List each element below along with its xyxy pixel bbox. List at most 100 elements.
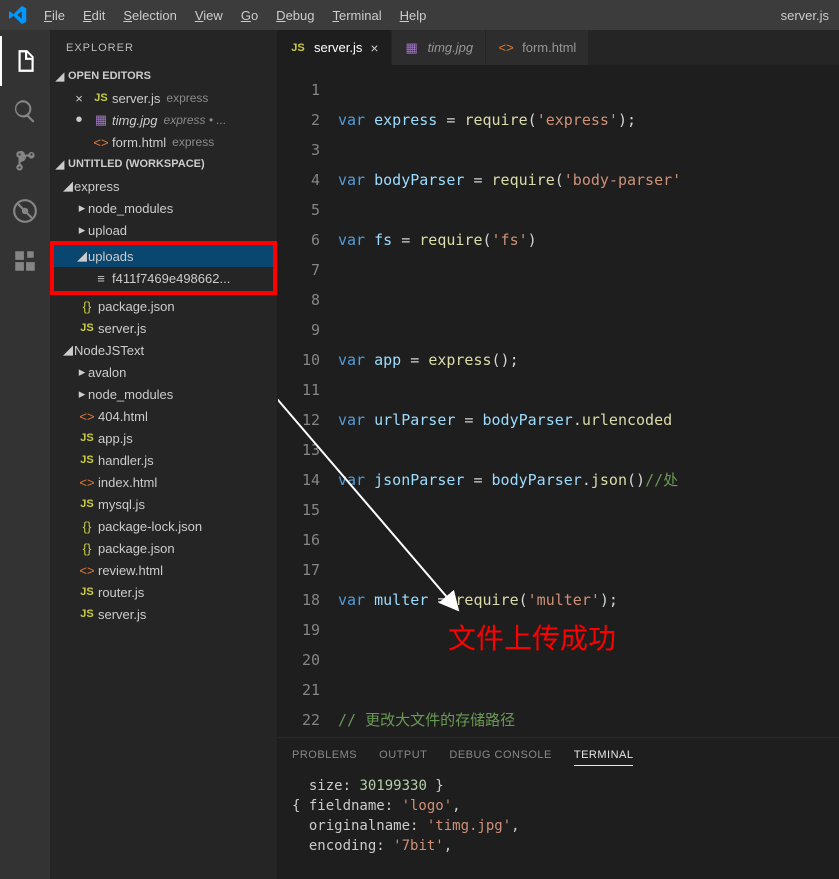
- panel-tab-output[interactable]: OUTPUT: [379, 745, 427, 765]
- workspace-header[interactable]: ◢ UNTITLED (WORKSPACE): [50, 153, 277, 175]
- line-number-gutter: 12345678910111213141516171819202122: [278, 65, 338, 737]
- code-content[interactable]: var express = require('express'); var bo…: [338, 65, 839, 737]
- file-package-json[interactable]: {} package.json: [50, 295, 277, 317]
- file-pkg2[interactable]: {}package.json: [50, 537, 277, 559]
- file-pkglock[interactable]: {}package-lock.json: [50, 515, 277, 537]
- chevron-down-icon: ◢: [76, 248, 88, 264]
- menu-terminal[interactable]: Terminal: [324, 4, 389, 27]
- editor-area: JS server.js × ▦ timg.jpg <> form.html 1…: [278, 30, 839, 879]
- folder-label: node_modules: [88, 201, 173, 216]
- folder-avalon[interactable]: ▸ avalon: [50, 361, 277, 383]
- vscode-logo-icon: [6, 6, 30, 24]
- open-editor-item[interactable]: <> form.html express: [50, 131, 277, 153]
- code-editor[interactable]: 12345678910111213141516171819202122 var …: [278, 65, 839, 737]
- window-title: server.js: [781, 8, 833, 23]
- folder-label: avalon: [88, 365, 126, 380]
- generic-file-icon: ≡: [90, 271, 112, 286]
- search-tab-icon[interactable]: [0, 86, 50, 136]
- file-handlerjs[interactable]: JShandler.js: [50, 449, 277, 471]
- source-control-tab-icon[interactable]: [0, 136, 50, 186]
- explorer-sidebar: EXPLORER ◢ OPEN EDITORS × JS server.js e…: [50, 30, 278, 879]
- folder-node-modules-2[interactable]: ▸ node_modules: [50, 383, 277, 405]
- file-label: package-lock.json: [98, 519, 202, 534]
- js-file-icon: JS: [76, 432, 98, 444]
- menu-file[interactable]: File: [36, 4, 73, 27]
- file-label: review.html: [98, 563, 163, 578]
- extensions-tab-icon[interactable]: [0, 236, 50, 286]
- open-editors-list: × JS server.js express • ▦ timg.jpg expr…: [50, 87, 277, 153]
- image-file-icon: ▦: [404, 40, 420, 56]
- folder-express[interactable]: ◢ express: [50, 175, 277, 197]
- file-label: 404.html: [98, 409, 148, 424]
- folder-uploads[interactable]: ◢ uploads: [54, 245, 273, 267]
- file-indexhtml[interactable]: <>index.html: [50, 471, 277, 493]
- chevron-down-icon: ◢: [54, 158, 66, 171]
- html-file-icon: <>: [76, 563, 98, 578]
- bottom-panel: PROBLEMS OUTPUT DEBUG CONSOLE TERMINAL s…: [278, 737, 839, 879]
- menu-view[interactable]: View: [187, 4, 231, 27]
- js-file-icon: JS: [76, 322, 98, 334]
- dirty-dot-icon: •: [68, 110, 90, 130]
- file-404[interactable]: <>404.html: [50, 405, 277, 427]
- open-editors-label: OPEN EDITORS: [68, 70, 151, 82]
- file-uploaded[interactable]: ≡ f411f7469e498662...: [54, 267, 273, 289]
- debug-tab-icon[interactable]: [0, 186, 50, 236]
- panel-tab-debug-console[interactable]: DEBUG CONSOLE: [449, 745, 551, 765]
- file-label: f411f7469e498662...: [112, 271, 230, 286]
- folder-label: node_modules: [88, 387, 173, 402]
- close-icon[interactable]: ×: [370, 40, 378, 56]
- tab-label: timg.jpg: [428, 40, 474, 55]
- folder-label: NodeJSText: [74, 343, 144, 358]
- tab-label: form.html: [522, 40, 576, 55]
- menu-debug[interactable]: Debug: [268, 4, 322, 27]
- activity-bar: [0, 30, 50, 879]
- folder-label: uploads: [88, 249, 134, 264]
- file-label: form.html: [112, 135, 166, 150]
- sidebar-title: EXPLORER: [50, 30, 277, 65]
- file-serverjs2[interactable]: JSserver.js: [50, 603, 277, 625]
- folder-node-modules[interactable]: ▸ node_modules: [50, 197, 277, 219]
- file-label: router.js: [98, 585, 144, 600]
- panel-tabs: PROBLEMS OUTPUT DEBUG CONSOLE TERMINAL: [278, 738, 839, 772]
- file-server-js[interactable]: JS server.js: [50, 317, 277, 339]
- file-tree: ◢ express ▸ node_modules ▸ upload ◢ uplo…: [50, 175, 277, 625]
- close-icon[interactable]: ×: [68, 91, 90, 106]
- file-routerjs[interactable]: JSrouter.js: [50, 581, 277, 603]
- folder-nodejstext[interactable]: ◢ NodeJSText: [50, 339, 277, 361]
- tab-timg-jpg[interactable]: ▦ timg.jpg: [392, 30, 487, 65]
- menu-selection[interactable]: Selection: [115, 4, 184, 27]
- file-label: package.json: [98, 541, 175, 556]
- folder-label: express: [74, 179, 120, 194]
- file-review[interactable]: <>review.html: [50, 559, 277, 581]
- js-file-icon: JS: [76, 608, 98, 620]
- menu-bar: File Edit Selection View Go Debug Termin…: [36, 4, 434, 27]
- open-editors-header[interactable]: ◢ OPEN EDITORS: [50, 65, 277, 87]
- chevron-down-icon: ◢: [62, 342, 74, 358]
- chevron-right-icon: ▸: [76, 364, 88, 380]
- file-path-dim: express: [172, 135, 214, 149]
- folder-upload[interactable]: ▸ upload: [50, 219, 277, 241]
- tab-label: server.js: [314, 40, 362, 55]
- html-file-icon: <>: [498, 40, 514, 55]
- panel-tab-terminal[interactable]: TERMINAL: [574, 745, 634, 766]
- tab-server-js[interactable]: JS server.js ×: [278, 30, 392, 65]
- terminal-output[interactable]: size: 30199330 } { fieldname: 'logo', or…: [278, 772, 839, 879]
- menu-help[interactable]: Help: [392, 4, 435, 27]
- chevron-down-icon: ◢: [62, 178, 74, 194]
- file-appjs[interactable]: JSapp.js: [50, 427, 277, 449]
- explorer-tab-icon[interactable]: [0, 36, 50, 86]
- tab-form-html[interactable]: <> form.html: [486, 30, 589, 65]
- file-label: package.json: [98, 299, 175, 314]
- menu-edit[interactable]: Edit: [75, 4, 113, 27]
- panel-tab-problems[interactable]: PROBLEMS: [292, 745, 357, 765]
- image-file-icon: ▦: [90, 112, 112, 128]
- file-label: server.js: [98, 607, 146, 622]
- file-mysqljs[interactable]: JSmysql.js: [50, 493, 277, 515]
- chevron-right-icon: ▸: [76, 200, 88, 216]
- menu-go[interactable]: Go: [233, 4, 266, 27]
- editor-tabs: JS server.js × ▦ timg.jpg <> form.html: [278, 30, 839, 65]
- open-editor-item[interactable]: • ▦ timg.jpg express • ...: [50, 109, 277, 131]
- open-editor-item[interactable]: × JS server.js express: [50, 87, 277, 109]
- json-file-icon: {}: [76, 519, 98, 534]
- file-label: timg.jpg: [112, 113, 158, 128]
